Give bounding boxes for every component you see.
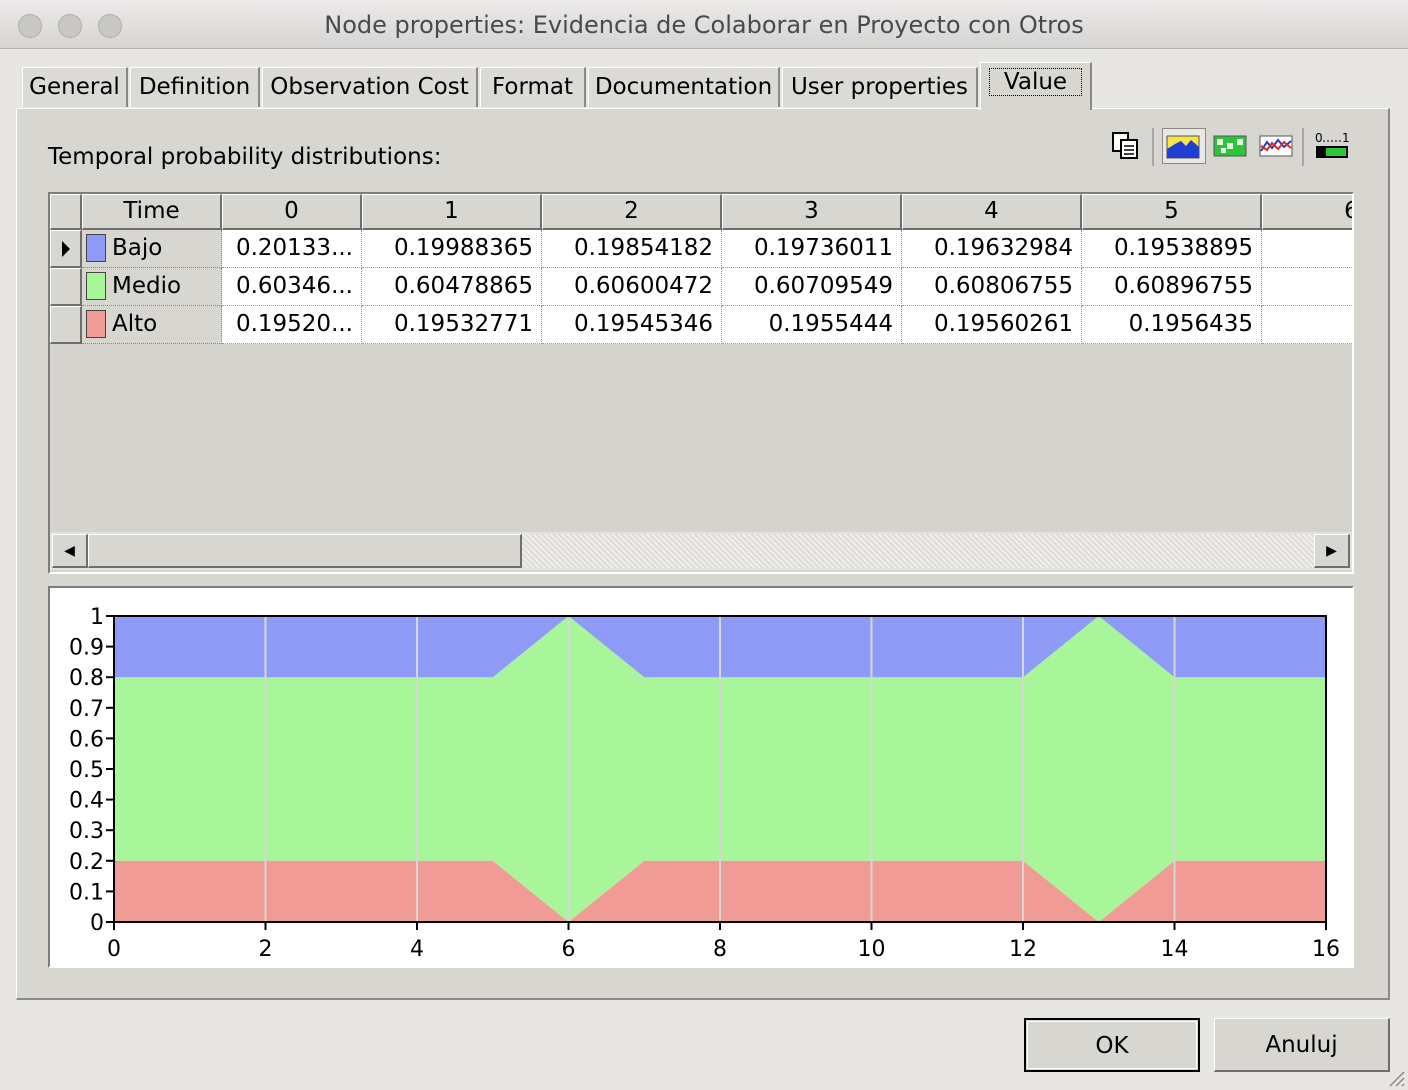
probability-cell[interactable]: 0.19520... — [222, 306, 362, 344]
probability-cell[interactable] — [1262, 268, 1352, 306]
resize-grip-icon[interactable] — [1384, 1066, 1406, 1088]
probability-cell[interactable]: 0.60346... — [222, 268, 362, 306]
x-tick-label: 6 — [562, 937, 576, 962]
state-name-cell[interactable]: Bajo — [82, 230, 222, 268]
y-tick-label: 0.7 — [69, 697, 104, 722]
probability-cell[interactable]: 0.19854182 — [542, 230, 722, 268]
y-tick-label: 0.9 — [69, 636, 104, 661]
tab-user-properties[interactable]: User properties — [782, 67, 978, 107]
grid-corner — [50, 194, 82, 230]
tab-label: Format — [491, 74, 574, 100]
state-color-swatch — [86, 272, 106, 300]
state-name-cell[interactable]: Medio — [82, 268, 222, 306]
y-tick-label: 0.3 — [69, 819, 104, 844]
x-tick-label: 2 — [259, 937, 273, 962]
x-tick-label: 4 — [410, 937, 424, 962]
state-name: Alto — [112, 311, 158, 337]
y-tick-label: 0.8 — [69, 666, 104, 691]
scroll-left-button[interactable]: ◀ — [52, 534, 88, 568]
probability-cell[interactable]: 0.1956435 — [1082, 306, 1262, 344]
tab-observation-cost[interactable]: Observation Cost — [262, 67, 478, 107]
current-row-arrow-icon — [62, 241, 70, 257]
probability-cell[interactable]: 0.20133... — [222, 230, 362, 268]
tab-label: Documentation — [594, 74, 773, 100]
grid-column-header[interactable]: 6 — [1262, 194, 1352, 230]
title-bar: Node properties: Evidencia de Colaborar … — [0, 0, 1408, 49]
probability-cell[interactable]: 0.19538895 — [1082, 230, 1262, 268]
x-tick-label: 10 — [858, 937, 886, 962]
y-tick-label: 1 — [90, 605, 104, 630]
y-tick-label: 0.1 — [69, 880, 104, 905]
stacked-area-chart: 00.10.20.30.40.50.60.70.80.910 2 4 6 8 10 12 14… — [69, 605, 1340, 962]
y-tick-label: 0 — [90, 911, 104, 936]
probability-cell[interactable]: 0.60478865 — [362, 268, 542, 306]
row-selector[interactable] — [50, 268, 82, 306]
grid-column-header[interactable]: 5 — [1082, 194, 1262, 230]
svg-text:0: 0 — [1315, 131, 1323, 145]
tab-label: Observation Cost — [270, 74, 469, 100]
line-chart-icon[interactable] — [1256, 128, 1294, 164]
probability-cell[interactable]: 0.19545346 — [542, 306, 722, 344]
probability-cell[interactable]: 0.19988365 — [362, 230, 542, 268]
state-name-cell[interactable]: Alto — [82, 306, 222, 344]
y-tick-label: 0.5 — [69, 758, 104, 783]
probability-cell[interactable]: 0.19560261 — [902, 306, 1082, 344]
tab-general[interactable]: General — [22, 67, 128, 107]
grid-column-header[interactable]: 2 — [542, 194, 722, 230]
state-color-swatch — [86, 310, 106, 338]
grid-column-header[interactable]: 1 — [362, 194, 542, 230]
y-tick-label: 0.6 — [69, 727, 104, 752]
x-tick-label: 14 — [1161, 937, 1189, 962]
grid-column-header[interactable]: 3 — [722, 194, 902, 230]
tab-label: Value — [988, 68, 1083, 96]
number-format-icon[interactable]: 0 1 — [1312, 128, 1350, 164]
probability-cell[interactable]: 0.60709549 — [722, 268, 902, 306]
row-selector[interactable] — [50, 306, 82, 344]
probability-cell[interactable]: 0.60896755 — [1082, 268, 1262, 306]
probability-cell[interactable]: 0.60600472 — [542, 268, 722, 306]
probability-cell[interactable]: 0.60806755 — [902, 268, 1082, 306]
probability-cell[interactable]: 0.19532771 — [362, 306, 542, 344]
area-chart-icon[interactable] — [1162, 128, 1206, 164]
state-name: Medio — [112, 273, 182, 299]
copy-icon[interactable] — [1108, 128, 1146, 164]
probability-cell[interactable]: 0.19736011 — [722, 230, 902, 268]
state-name: Bajo — [112, 235, 163, 261]
grid-column-header[interactable]: 0 — [222, 194, 362, 230]
state-color-swatch — [86, 234, 106, 262]
x-tick-label: 12 — [1009, 937, 1037, 962]
row-selector[interactable] — [50, 230, 82, 268]
y-tick-label: 0.4 — [69, 789, 104, 814]
tab-format[interactable]: Format — [480, 67, 586, 107]
tab-documentation[interactable]: Documentation — [588, 67, 780, 107]
tab-label: User properties — [790, 74, 969, 100]
x-tick-label: 8 — [713, 937, 727, 962]
horizontal-scrollbar[interactable]: ◀ ▶ — [50, 532, 1352, 570]
tab-value[interactable]: Value — [980, 62, 1092, 110]
probability-cell[interactable] — [1262, 306, 1352, 344]
probability-grid[interactable]: Time 0 1 2 3 4 5 6 Bajo 0.20133... 0.199… — [48, 192, 1354, 574]
grid-header-time: Time — [82, 194, 222, 230]
tab-label: Definition — [138, 74, 251, 100]
probability-cell[interactable] — [1262, 230, 1352, 268]
svg-text:1: 1 — [1342, 131, 1350, 145]
probability-cell[interactable]: 0.1955444 — [722, 306, 902, 344]
window-title: Node properties: Evidencia de Colaborar … — [324, 11, 1084, 39]
scroll-right-button[interactable]: ▶ — [1314, 534, 1350, 568]
probability-chart: 0 0.1 0.2 0.3 0.4 0.5 0.6 0.7 0.8 0.9 1 0 2 4 6 8 10 12 14… — [48, 586, 1354, 968]
cancel-button[interactable]: Anuluj — [1214, 1018, 1390, 1072]
stacked-bar-chart-icon[interactable] — [1210, 128, 1248, 164]
section-label: Temporal probability distributions: — [48, 144, 442, 170]
x-tick-label: 16 — [1312, 937, 1340, 962]
probability-cell[interactable]: 0.19632984 — [902, 230, 1082, 268]
tab-label: General — [29, 74, 120, 100]
x-tick-label: 0 — [107, 937, 121, 962]
tab-definition[interactable]: Definition — [130, 67, 260, 107]
grid-column-header[interactable]: 4 — [902, 194, 1082, 230]
scrollbar-thumb[interactable] — [88, 534, 522, 568]
y-tick-label: 0.2 — [69, 850, 104, 875]
ok-button[interactable]: OK — [1024, 1018, 1200, 1072]
